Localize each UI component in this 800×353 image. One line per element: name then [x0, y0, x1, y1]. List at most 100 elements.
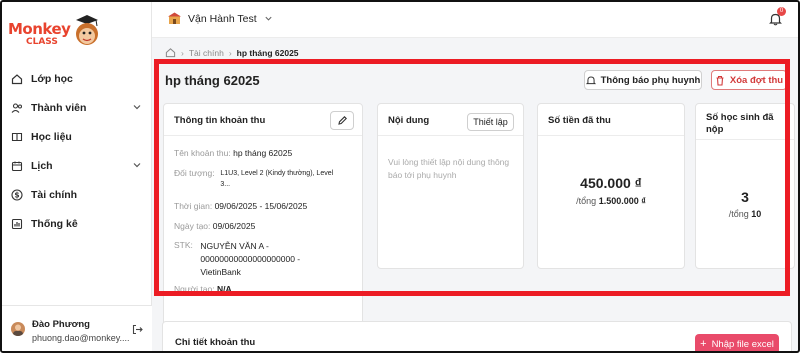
- amount-total: /tổng 1.500.000 ₫: [538, 196, 684, 206]
- time-value: 09/06/2025 - 15/06/2025: [214, 201, 308, 211]
- sidebar-item-thong-ke[interactable]: Thống kê: [2, 209, 152, 238]
- fee-detail-heading: Chi tiết khoản thu: [175, 337, 256, 348]
- monkey-mascot-icon: [76, 15, 98, 45]
- content-heading: Nội dung: [388, 115, 430, 126]
- breadcrumb-parent[interactable]: Tài chính: [189, 48, 224, 58]
- students-total: /tổng 10: [696, 209, 794, 219]
- calendar-icon: [11, 160, 23, 172]
- users-icon: [11, 102, 23, 114]
- notification-badge: 0: [777, 7, 786, 16]
- stats-icon: [11, 218, 23, 230]
- sidebar-item-thanh-vien[interactable]: Thành viên: [2, 93, 152, 122]
- students-total-value: 10: [751, 209, 762, 219]
- time-key: Thời gian:: [174, 201, 213, 211]
- students-paid-heading: Số học sinh đã nộp: [706, 112, 774, 136]
- sidebar-item-tai-chinh[interactable]: $ Tài chính: [2, 180, 152, 209]
- notify-parents-button[interactable]: Thông báo phụ huynh: [584, 70, 702, 90]
- sidebar-item-label: Tài chính: [31, 188, 78, 201]
- creator-value: N/A: [216, 284, 232, 294]
- user-profile[interactable]: Đào Phương phuong.dao@monkey....: [2, 305, 152, 351]
- fee-info-card: Thông tin khoản thu Tên khoản thu: hp th…: [163, 103, 363, 351]
- chevron-down-icon[interactable]: [132, 160, 142, 170]
- app-window: Monkey CLASS Lớp học Thành viên Học liệu…: [0, 0, 800, 353]
- account-line: VietinBank: [200, 267, 241, 277]
- sidebar-item-lich[interactable]: Lịch: [2, 151, 152, 180]
- page-title: hp tháng 62025: [165, 73, 260, 88]
- notification-bell[interactable]: 0: [769, 7, 786, 29]
- fee-name-key: Tên khoản thu:: [174, 148, 231, 158]
- content-card: Nội dung Thiết lập Vui lòng thiết lập nộ…: [377, 103, 524, 269]
- org-name: Vận Hành Test: [188, 12, 257, 25]
- sidebar-item-label: Thành viên: [31, 101, 87, 114]
- fee-name-value: hp tháng 62025: [233, 148, 293, 158]
- user-name: Đào Phương: [32, 319, 90, 330]
- avatar: [11, 322, 25, 336]
- chevron-down-icon[interactable]: [132, 102, 142, 112]
- fee-info-header: Thông tin khoản thu: [164, 104, 362, 136]
- students-heading-line: Số học sinh đã: [706, 112, 774, 123]
- sidebar-nav: Lớp học Thành viên Học liệu Lịch $ Tài c…: [2, 64, 152, 238]
- creator-key: Người tạo:: [174, 284, 215, 294]
- edit-button[interactable]: [330, 111, 354, 130]
- trash-icon: [715, 75, 725, 86]
- target-line: L1U3, Level 2 (Kindy thường), Level: [220, 170, 334, 177]
- students-paid-card: Số học sinh đã nộp 3 /tổng 10: [695, 103, 795, 269]
- sidebar-item-label: Học liệu: [31, 130, 72, 143]
- students-paid-count: 3: [741, 189, 749, 205]
- pencil-icon: [337, 116, 347, 125]
- target-line: 3...: [220, 181, 231, 188]
- dollar-icon: $: [11, 188, 23, 201]
- time-row: Thời gian: 09/06/2025 - 15/06/2025: [174, 201, 307, 211]
- setup-button[interactable]: Thiết lập: [467, 113, 514, 131]
- fee-name-row: Tên khoản thu: hp tháng 62025: [174, 148, 292, 158]
- home-icon[interactable]: [165, 47, 176, 58]
- target-value: L1U3, Level 2 (Kindy thường), Level 3...: [220, 168, 356, 190]
- students-heading-line: nộp: [706, 124, 724, 135]
- plus-icon: +: [700, 338, 707, 350]
- account-key: STK:: [174, 240, 193, 250]
- school-icon: [168, 12, 181, 24]
- delete-collection-label: Xóa đợt thu: [729, 74, 784, 86]
- fee-info-heading: Thông tin khoản thu: [174, 115, 266, 126]
- topbar: Vận Hành Test 0: [152, 2, 798, 38]
- content-placeholder: Vui lòng thiết lập nội dung thông báo tớ…: [388, 157, 510, 180]
- breadcrumb: › Tài chính › hp tháng 62025: [165, 47, 299, 58]
- amount-paid-heading: Số tiền đã thu: [548, 115, 611, 126]
- sidebar-item-label: Lớp học: [31, 72, 73, 85]
- students-paid-header: Số học sinh đã nộp: [696, 104, 794, 140]
- notify-parents-label: Thông báo phụ huynh: [600, 74, 701, 86]
- delete-collection-button[interactable]: Xóa đợt thu: [711, 70, 787, 90]
- account-row: STK: NGUYỄN VĂN A - 00000000000000000000…: [174, 240, 359, 279]
- target-key: Đối tượng:: [174, 168, 215, 178]
- sidebar-item-hoc-lieu[interactable]: Học liệu: [2, 122, 152, 151]
- sidebar-item-lop-hoc[interactable]: Lớp học: [2, 64, 152, 93]
- amount-paid-card: Số tiền đã thu 450.000 ₫ /tổng 1.500.000…: [537, 103, 685, 269]
- amount-paid-value: 450.000 ₫: [580, 175, 642, 191]
- creator-row: Người tạo: N/A: [174, 284, 232, 294]
- students-total-prefix: /tổng: [728, 209, 749, 219]
- amount-total-value: 1.500.000 ₫: [598, 196, 646, 206]
- breadcrumb-separator: ›: [228, 47, 232, 58]
- logo-brand: Monkey: [8, 20, 71, 38]
- account-value: NGUYỄN VĂN A - 00000000000000000000 - Vi…: [200, 240, 350, 279]
- logo-sub: CLASS: [26, 37, 58, 47]
- monkey-class-logo[interactable]: Monkey CLASS: [8, 14, 148, 56]
- amount-paid-header: Số tiền đã thu: [538, 104, 684, 136]
- created-value: 09/06/2025: [212, 221, 256, 231]
- logout-icon[interactable]: [132, 324, 143, 335]
- account-line: 00000000000000000000 -: [200, 254, 301, 264]
- sidebar-item-label: Lịch: [31, 159, 53, 172]
- breadcrumb-separator: ›: [181, 47, 184, 58]
- created-row: Ngày tạo: 09/06/2025: [174, 221, 255, 231]
- sidebar-item-label: Thống kê: [31, 217, 78, 230]
- import-excel-button[interactable]: + Nhập file excel: [695, 334, 779, 351]
- created-key: Ngày tạo:: [174, 221, 211, 231]
- breadcrumb-current: hp tháng 62025: [236, 47, 299, 58]
- book-icon: [11, 131, 23, 143]
- org-switcher[interactable]: Vận Hành Test: [168, 12, 273, 25]
- account-line: NGUYỄN VĂN A -: [200, 241, 269, 251]
- home-icon: [11, 73, 23, 85]
- user-email: phuong.dao@monkey....: [32, 333, 130, 343]
- fee-overview: hp tháng 62025 Thông báo phụ huynh Xóa đ…: [154, 60, 795, 351]
- content-header: Nội dung Thiết lập: [378, 104, 523, 136]
